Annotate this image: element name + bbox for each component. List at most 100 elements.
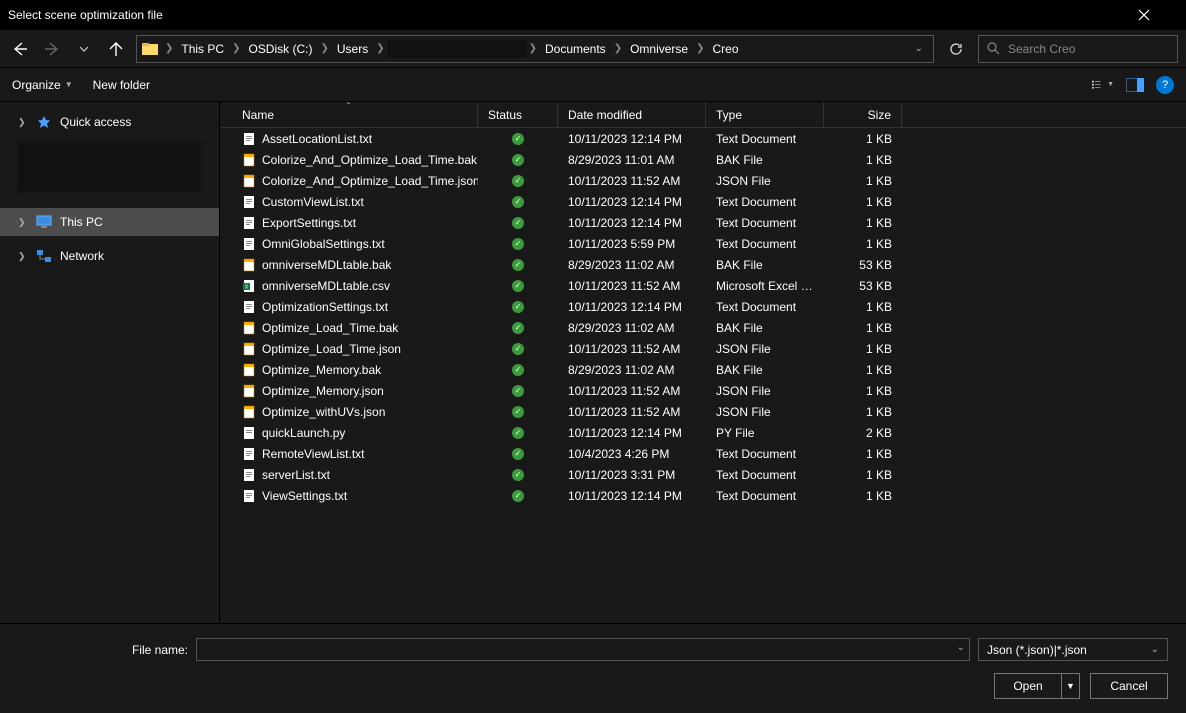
file-date: 10/11/2023 12:14 PM (558, 132, 706, 146)
sidebar-item-label: This PC (60, 215, 103, 229)
file-name: Optimize_Memory.json (262, 384, 384, 398)
file-size: 1 KB (824, 132, 902, 146)
chevron-down-icon: ▼ (1107, 81, 1114, 88)
file-icon (242, 489, 256, 503)
file-row[interactable]: ViewSettings.txt✓10/11/2023 12:14 PMText… (220, 485, 1186, 506)
file-size: 1 KB (824, 321, 902, 335)
view-list-icon (1092, 77, 1104, 93)
file-date: 10/4/2023 4:26 PM (558, 447, 706, 461)
file-date: 8/29/2023 11:02 AM (558, 363, 706, 377)
crumb-users[interactable]: Users (331, 42, 374, 56)
file-date: 10/11/2023 12:14 PM (558, 195, 706, 209)
sidebar-quick-access[interactable]: ❯ Quick access (0, 108, 219, 136)
chevron-right-icon: ❯ (18, 251, 28, 262)
filename-input[interactable]: ⌄ (196, 638, 970, 661)
file-type: Text Document (706, 237, 824, 251)
file-size: 1 KB (824, 342, 902, 356)
close-button[interactable] (1138, 9, 1178, 21)
file-row[interactable]: Colorize_And_Optimize_Load_Time.bak✓8/29… (220, 149, 1186, 170)
file-type-filter[interactable]: Json (*.json)|*.json ⌄ (978, 638, 1168, 661)
file-type: BAK File (706, 321, 824, 335)
crumb-documents[interactable]: Documents (539, 42, 612, 56)
file-icon (242, 258, 256, 272)
view-options-button[interactable]: ▼ (1092, 74, 1114, 96)
forward-button[interactable] (40, 37, 64, 61)
chevron-down-icon[interactable]: ⌄ (915, 43, 923, 54)
header-size[interactable]: Size (824, 102, 902, 127)
file-type: Text Document (706, 300, 824, 314)
header-date[interactable]: Date modified (558, 102, 706, 127)
status-synced-icon: ✓ (512, 175, 524, 187)
toolbar: Organize ▼ New folder ▼ ? (0, 68, 1186, 102)
help-button[interactable]: ? (1156, 76, 1174, 94)
file-name: OmniGlobalSettings.txt (262, 237, 385, 251)
refresh-icon (949, 42, 963, 56)
file-row[interactable]: Optimize_Memory.bak✓8/29/2023 11:02 AMBA… (220, 359, 1186, 380)
sidebar-item-label: Quick access (60, 115, 131, 129)
file-name: OptimizationSettings.txt (262, 300, 388, 314)
file-row[interactable]: ExportSettings.txt✓10/11/2023 12:14 PMTe… (220, 212, 1186, 233)
file-date: 10/11/2023 5:59 PM (558, 237, 706, 251)
file-icon (242, 321, 256, 335)
search-input[interactable]: Search Creo (978, 35, 1178, 63)
file-icon (242, 216, 256, 230)
crumb-creo[interactable]: Creo (706, 42, 744, 56)
file-row[interactable]: AssetLocationList.txt✓10/11/2023 12:14 P… (220, 128, 1186, 149)
chevron-down-icon[interactable]: ⌄ (957, 642, 965, 653)
sidebar-this-pc[interactable]: ❯ This PC (0, 208, 219, 236)
file-type: Text Document (706, 195, 824, 209)
status-synced-icon: ✓ (512, 238, 524, 250)
crumb-omniverse[interactable]: Omniverse (624, 42, 694, 56)
file-type: JSON File (706, 405, 824, 419)
preview-pane-button[interactable] (1124, 74, 1146, 96)
sidebar-redacted-items (18, 142, 201, 192)
file-row[interactable]: XomniverseMDLtable.csv✓10/11/2023 11:52 … (220, 275, 1186, 296)
file-type: JSON File (706, 342, 824, 356)
file-row[interactable]: Optimize_withUVs.json✓10/11/2023 11:52 A… (220, 401, 1186, 422)
recent-dropdown[interactable] (72, 37, 96, 61)
crumb-osdisk[interactable]: OSDisk (C:) (242, 42, 318, 56)
header-status[interactable]: Status (478, 102, 558, 127)
crumb-user-redacted[interactable] (387, 40, 527, 58)
file-icon (242, 363, 256, 377)
crumb-this-pc[interactable]: This PC (175, 42, 230, 56)
titlebar: Select scene optimization file (0, 0, 1186, 30)
header-name[interactable]: ⌃ Name (220, 102, 478, 127)
file-size: 1 KB (824, 216, 902, 230)
up-button[interactable] (104, 37, 128, 61)
open-dropdown-button[interactable]: ▼ (1062, 673, 1080, 699)
cancel-button[interactable]: Cancel (1090, 673, 1168, 699)
file-row[interactable]: CustomViewList.txt✓10/11/2023 12:14 PMTe… (220, 191, 1186, 212)
file-row[interactable]: Optimize_Memory.json✓10/11/2023 11:52 AM… (220, 380, 1186, 401)
open-button[interactable]: Open (994, 673, 1062, 699)
file-name: ExportSettings.txt (262, 216, 356, 230)
file-row[interactable]: Optimize_Load_Time.bak✓8/29/2023 11:02 A… (220, 317, 1186, 338)
file-icon (242, 153, 256, 167)
footer: File name: ⌄ Json (*.json)|*.json ⌄ Open… (0, 623, 1186, 713)
file-name: quickLaunch.py (262, 426, 345, 440)
file-size: 1 KB (824, 174, 902, 188)
chevron-down-icon: ▼ (65, 80, 73, 89)
file-size: 1 KB (824, 153, 902, 167)
file-size: 1 KB (824, 384, 902, 398)
file-row[interactable]: quickLaunch.py✓10/11/2023 12:14 PMPY Fil… (220, 422, 1186, 443)
back-button[interactable] (8, 37, 32, 61)
sidebar-network[interactable]: ❯ Network (0, 242, 219, 270)
file-row[interactable]: Colorize_And_Optimize_Load_Time.json✓10/… (220, 170, 1186, 191)
header-type[interactable]: Type (706, 102, 824, 127)
file-date: 8/29/2023 11:02 AM (558, 258, 706, 272)
file-row[interactable]: OptimizationSettings.txt✓10/11/2023 12:1… (220, 296, 1186, 317)
file-type: Microsoft Excel C... (706, 279, 824, 293)
file-icon: X (242, 279, 256, 293)
file-row[interactable]: Optimize_Load_Time.json✓10/11/2023 11:52… (220, 338, 1186, 359)
breadcrumb[interactable]: ❯ This PC ❯ OSDisk (C:) ❯ Users ❯ ❯ Docu… (136, 35, 934, 63)
refresh-button[interactable] (942, 35, 970, 63)
file-row[interactable]: OmniGlobalSettings.txt ✓ 10/11/2023 5:59 P… (220, 233, 1186, 254)
status-synced-icon: ✓ (512, 217, 524, 229)
file-row[interactable]: RemoteViewList.txt✓10/4/2023 4:26 PMText… (220, 443, 1186, 464)
file-row[interactable]: omniverseMDLtable.bak✓8/29/2023 11:02 AM… (220, 254, 1186, 275)
organize-button[interactable]: Organize ▼ (12, 78, 73, 92)
new-folder-button[interactable]: New folder (93, 78, 150, 92)
new-folder-label: New folder (93, 78, 150, 92)
file-row[interactable]: serverList.txt✓10/11/2023 3:31 PMText Do… (220, 464, 1186, 485)
